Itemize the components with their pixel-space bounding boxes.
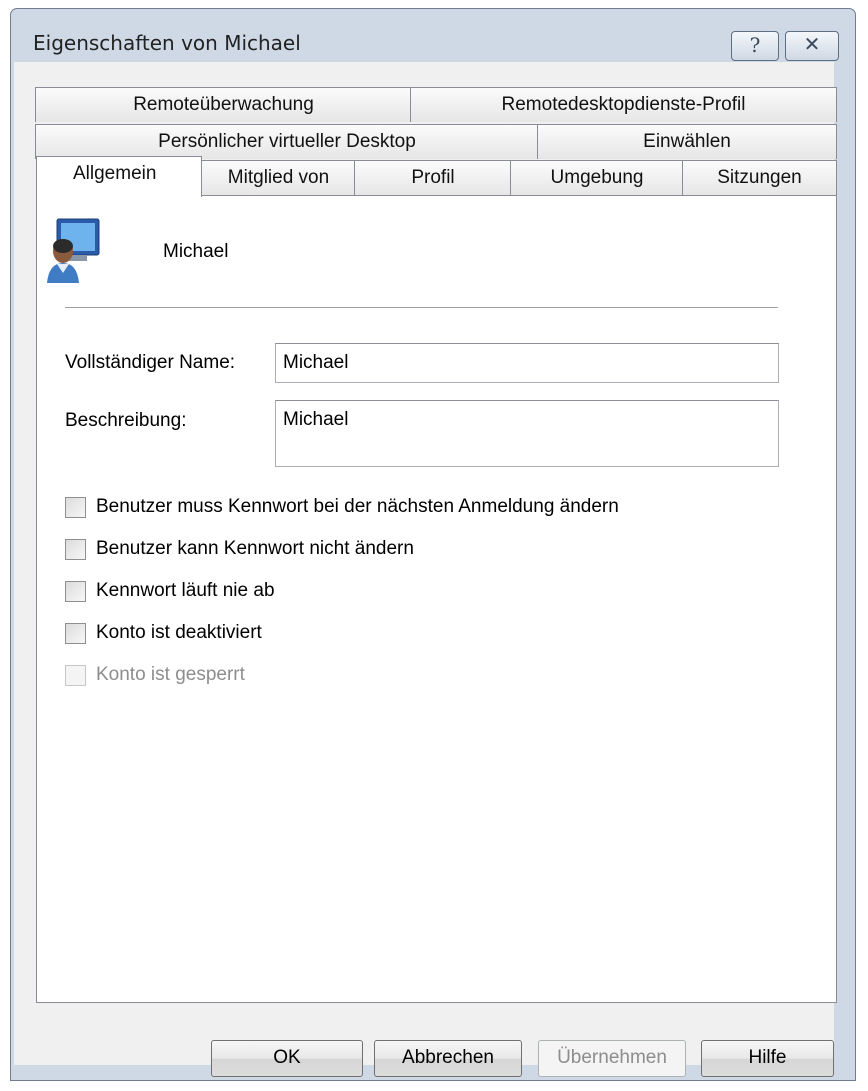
cancel-button[interactable]: Abbrechen [374,1040,522,1077]
account-locked-checkbox: Konto ist gesperrt [65,661,245,689]
account-disabled-checkbox[interactable]: Konto ist deaktiviert [65,619,262,647]
user-display-name: Michael [163,241,229,262]
full-name-field[interactable]: Michael [275,343,779,383]
help-icon: ? [749,33,761,57]
close-button[interactable]: ✕ [785,31,839,61]
tab-mitglied-von[interactable]: Mitglied von [201,160,356,196]
checkbox-label: Benutzer muss Kennwort bei der nächsten … [96,496,619,517]
user-icon [43,217,103,285]
checkbox-box[interactable] [65,622,86,644]
checkbox-box[interactable] [65,538,86,560]
separator [65,307,778,309]
password-never-expires-checkbox[interactable]: Kennwort läuft nie ab [65,577,275,605]
help-caption-button[interactable]: ? [731,31,779,61]
description-field[interactable]: Michael [275,400,779,467]
checkbox-box[interactable] [65,580,86,602]
tab-sitzungen[interactable]: Sitzungen [682,160,837,196]
checkbox-label: Kennwort läuft nie ab [96,580,275,601]
must-change-password-checkbox[interactable]: Benutzer muss Kennwort bei der nächsten … [65,493,619,521]
ok-button[interactable]: OK [211,1040,363,1077]
checkbox-label: Konto ist gesperrt [96,664,245,685]
tab-einwaehlen[interactable]: Einwählen [537,124,837,159]
checkbox-box[interactable] [65,496,86,518]
window-title: Eigenschaften von Michael [33,31,301,55]
help-button[interactable]: Hilfe [701,1040,834,1077]
tab-profil[interactable]: Profil [354,160,512,196]
tab-persoenlicher-virtueller-desktop[interactable]: Persönlicher virtueller Desktop [35,124,539,159]
tab-remotedesktopdienste-profil[interactable]: Remotedesktopdienste-Profil [410,87,837,122]
tab-allgemein[interactable]: Allgemein [36,156,202,197]
description-label: Beschreibung: [65,410,187,431]
tab-umgebung[interactable]: Umgebung [510,160,684,196]
checkbox-label: Konto ist deaktiviert [96,622,262,643]
checkbox-label: Benutzer kann Kennwort nicht ändern [96,538,414,559]
checkbox-box [65,664,86,686]
full-name-label: Vollständiger Name: [65,352,236,373]
apply-button: Übernehmen [538,1040,686,1077]
cannot-change-password-checkbox[interactable]: Benutzer kann Kennwort nicht ändern [65,535,414,563]
tab-remoteueberwachung[interactable]: Remoteüberwachung [35,87,412,122]
close-icon: ✕ [803,34,821,56]
